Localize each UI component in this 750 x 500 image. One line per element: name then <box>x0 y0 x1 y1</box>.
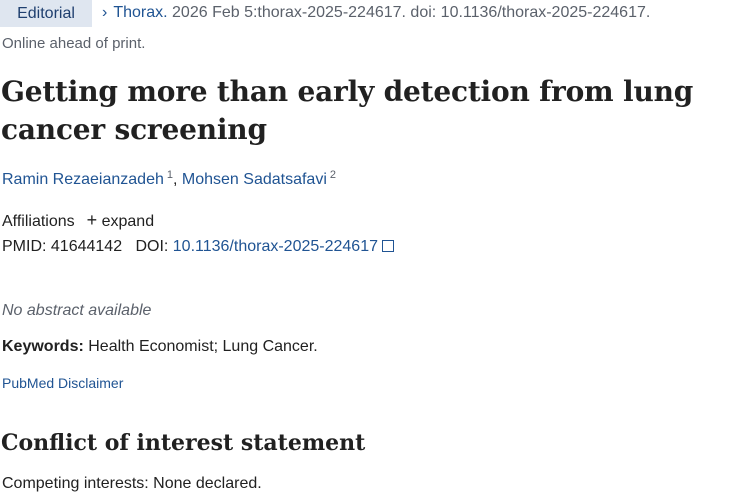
keywords-value: Health Economist; Lung Cancer. <box>83 338 318 355</box>
author-link[interactable]: Ramin Rezaeianzadeh <box>2 171 164 188</box>
keywords: Keywords: Health Economist; Lung Cancer. <box>2 338 318 356</box>
keywords-label: Keywords: <box>2 338 84 355</box>
affiliations-label: Affiliations <box>2 213 75 230</box>
doi-value: 10.1136/thorax-2025-224617 <box>172 238 378 255</box>
doi-label: DOI: <box>135 238 169 255</box>
author-separator: , <box>173 171 178 188</box>
affiliations-toggle[interactable]: Affiliations + expand <box>2 210 154 231</box>
citation-text: 2026 Feb 5:thorax-2025-224617. doi: 10.1… <box>167 4 651 21</box>
doi-link[interactable]: 10.1136/thorax-2025-224617 <box>173 238 394 255</box>
online-status: Online ahead of print. <box>2 35 146 52</box>
pmid-label: PMID: <box>2 238 47 255</box>
no-abstract-notice: No abstract available <box>2 302 152 319</box>
plus-icon: + <box>86 210 98 230</box>
journal-link[interactable]: Thorax. <box>113 4 167 21</box>
citation-line: › Thorax. 2026 Feb 5:thorax-2025-224617. … <box>102 4 650 22</box>
publication-type-badge[interactable]: Editorial <box>0 0 92 27</box>
identifiers: PMID: 41644142 DOI: 10.1136/thorax-2025-… <box>2 238 394 256</box>
author-list: Ramin Rezaeianzadeh 1, Mohsen Sadatsafavi… <box>2 169 336 189</box>
coi-heading: Conflict of interest statement <box>1 430 366 456</box>
article-title: Getting more than early detection from l… <box>1 75 694 146</box>
external-link-icon <box>381 240 394 252</box>
pubmed-disclaimer-link[interactable]: PubMed Disclaimer <box>2 375 123 391</box>
chevron-right-icon: › <box>102 4 108 21</box>
author-link[interactable]: Mohsen Sadatsafavi <box>182 171 327 188</box>
affiliation-ref[interactable]: 1 <box>167 169 173 181</box>
pmid-value: 41644142 <box>50 238 123 255</box>
expand-label: expand <box>101 213 155 230</box>
competing-interests-text: Competing interests: None declared. <box>2 475 262 492</box>
affiliation-ref[interactable]: 2 <box>330 169 336 181</box>
